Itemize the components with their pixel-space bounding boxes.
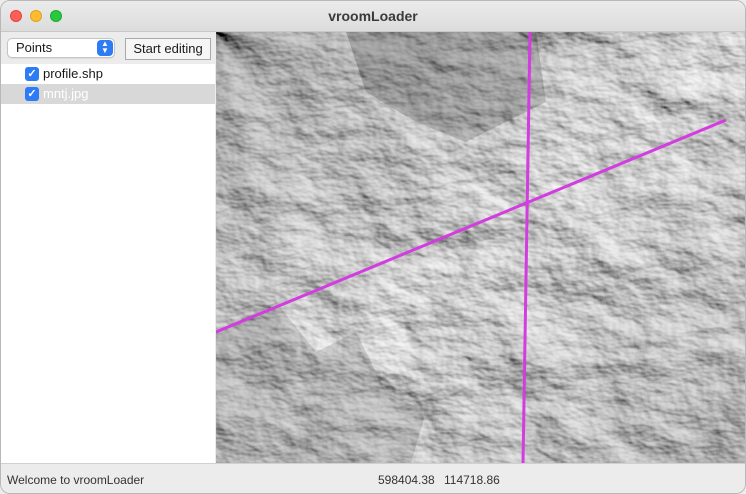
start-editing-button[interactable]: Start editing xyxy=(125,38,211,60)
window-title: vroomLoader xyxy=(328,8,418,24)
mode-select[interactable]: Points ▲ ▼ xyxy=(7,38,115,58)
editing-toolbar: Points ▲ ▼ Start editing xyxy=(1,32,215,64)
checkmark-icon: ✓ xyxy=(27,68,37,80)
layer-label: profile.shp xyxy=(43,66,103,81)
checkmark-icon: ✓ xyxy=(27,88,37,100)
map-canvas[interactable] xyxy=(216,32,745,463)
hillshade-map-image xyxy=(216,32,745,463)
mode-select-value: Points xyxy=(16,40,53,55)
status-message: Welcome to vroomLoader xyxy=(7,473,145,487)
layer-visibility-checkbox[interactable]: ✓ xyxy=(25,67,39,81)
app-window: vroomLoader Points ▲ ▼ Start editing ✓ pr… xyxy=(0,0,746,494)
layer-visibility-checkbox[interactable]: ✓ xyxy=(25,87,39,101)
layer-item-mntj[interactable]: ✓ mntj.jpg xyxy=(1,84,215,104)
layer-panel: Points ▲ ▼ Start editing ✓ profile.shp ✓ … xyxy=(1,32,215,463)
status-bar: Welcome to vroomLoader 598404.38 114718.… xyxy=(1,463,745,493)
cursor-y-coordinate: 114718.86 xyxy=(444,473,500,487)
chevron-updown-icon: ▲ ▼ xyxy=(97,40,113,56)
layer-label: mntj.jpg xyxy=(43,86,89,101)
layer-item-profile[interactable]: ✓ profile.shp xyxy=(1,64,215,84)
cursor-x-coordinate: 598404.38 xyxy=(378,473,435,487)
title-bar[interactable]: vroomLoader xyxy=(1,1,745,32)
layer-list: ✓ profile.shp ✓ mntj.jpg xyxy=(1,64,215,104)
